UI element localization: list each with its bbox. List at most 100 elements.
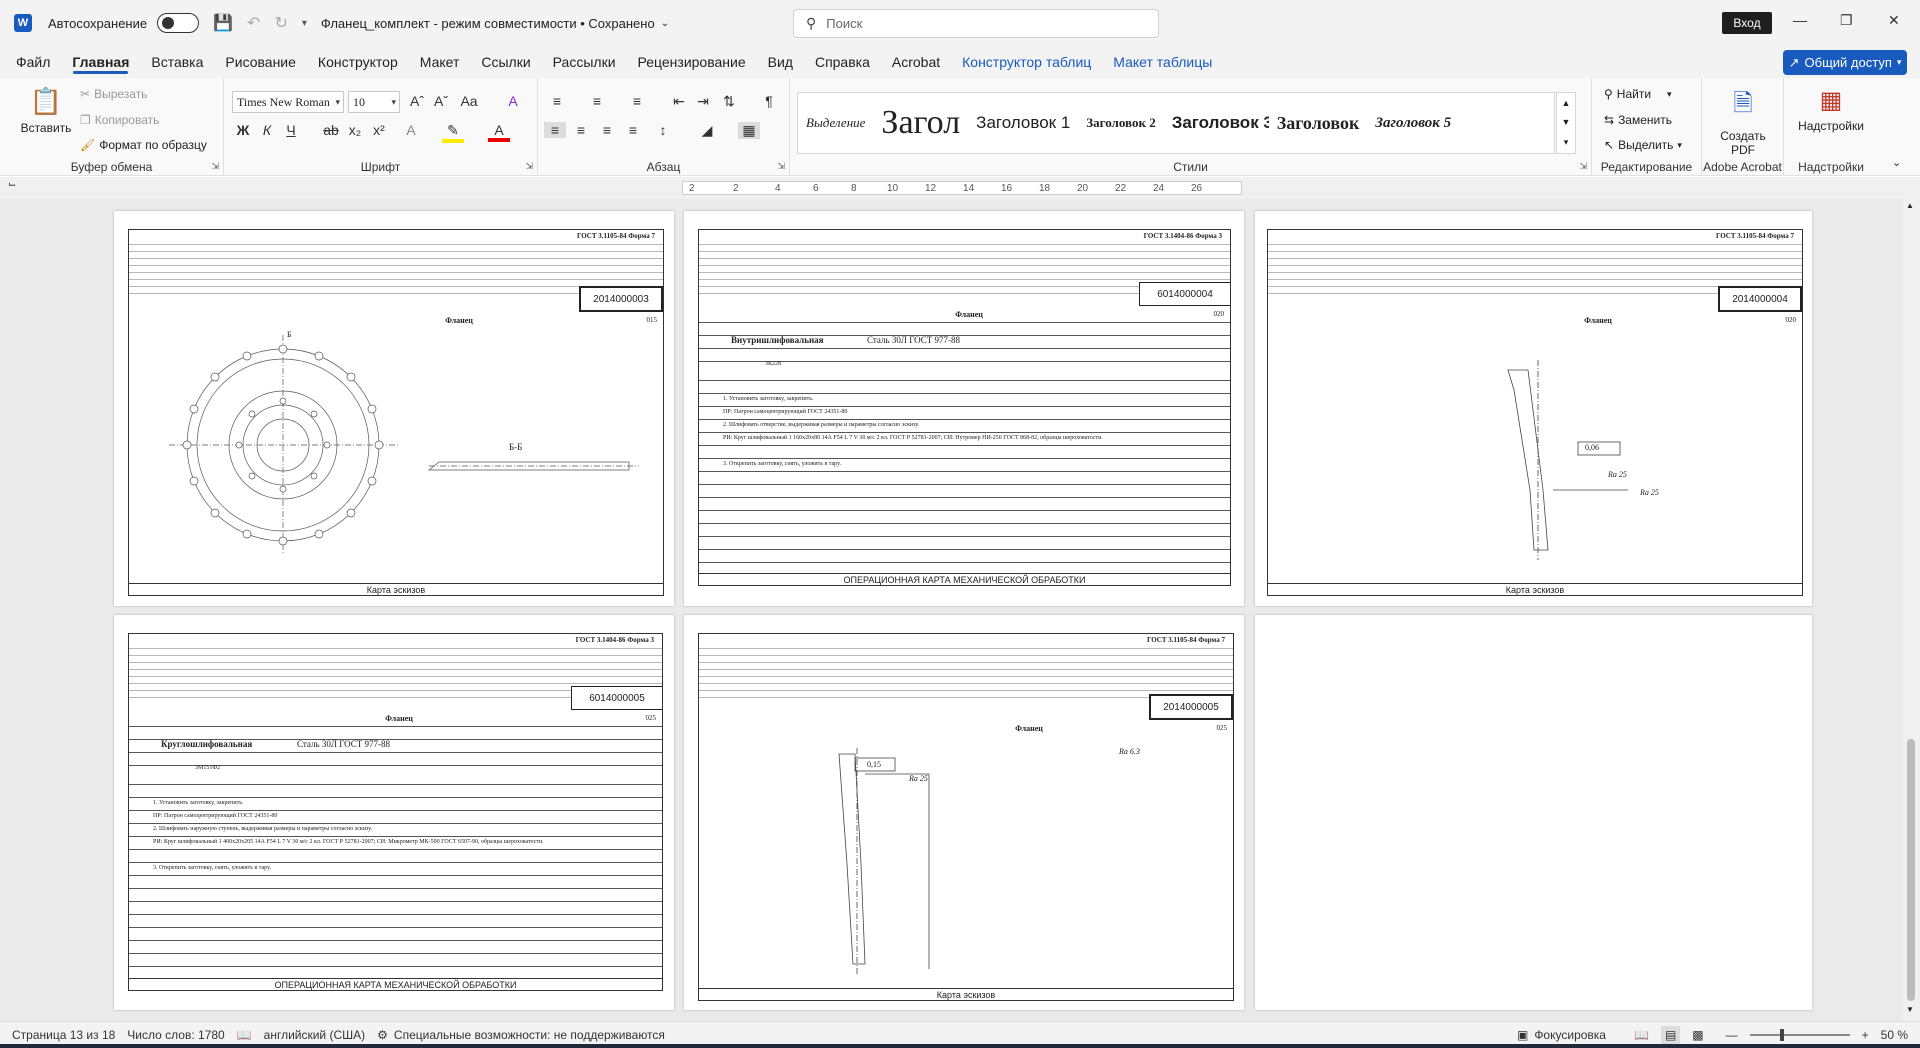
tab-insert[interactable]: Вставка	[140, 46, 214, 78]
bold-button[interactable]: Ж	[232, 122, 254, 138]
underline-button[interactable]: Ч	[280, 122, 302, 138]
shading-icon[interactable]: ◢	[696, 122, 718, 139]
style-heading[interactable]: Заголовок	[1269, 113, 1368, 134]
undo-icon[interactable]: ↶	[247, 13, 260, 33]
tab-table-layout[interactable]: Макет таблицы	[1102, 46, 1223, 78]
style-title[interactable]: Загол	[873, 104, 968, 142]
justify-icon[interactable]: ≡	[622, 122, 644, 138]
bullets-icon[interactable]: ≡	[546, 93, 568, 109]
language[interactable]: английский (США)	[264, 1028, 365, 1042]
zoom-level[interactable]: 50 %	[1881, 1028, 1908, 1042]
paste-button[interactable]: 📋 Вставить	[20, 86, 72, 135]
tab-help[interactable]: Справка	[804, 46, 881, 78]
document-canvas[interactable]: ГОСТ 3.1105-84 Форма 7 2014000003 Фланец…	[0, 199, 1902, 1021]
customize-qat-icon[interactable]: ▾	[302, 18, 307, 29]
collapse-ribbon-icon[interactable]: ⌄	[1892, 156, 1901, 169]
tab-draw[interactable]: Рисование	[214, 46, 307, 78]
tab-file[interactable]: Файл	[5, 46, 61, 78]
tab-stop-icon[interactable]: ⌙	[8, 179, 16, 190]
zoom-slider[interactable]	[1749, 1029, 1850, 1041]
tab-view[interactable]: Вид	[757, 46, 804, 78]
font-name-field[interactable]: Times New Roman ▾	[232, 91, 344, 113]
style-heading-1[interactable]: Заголовок 1	[968, 113, 1078, 133]
style-heading-3[interactable]: Заголовок 3	[1164, 113, 1269, 133]
zoom-in-icon[interactable]: +	[1862, 1028, 1869, 1042]
font-size-field[interactable]: 10 ▾	[348, 91, 400, 113]
select-button[interactable]: ↖ Выделить ▾	[1604, 138, 1682, 152]
autosave-toggle[interactable]	[157, 13, 200, 33]
restore-icon[interactable]: ❐	[1840, 12, 1853, 29]
addins-button[interactable]: ▦ Надстройки	[1794, 86, 1868, 133]
minimize-icon[interactable]: —	[1793, 12, 1807, 28]
tab-design[interactable]: Конструктор	[307, 46, 409, 78]
chevron-up-icon[interactable]: ▲	[1906, 201, 1914, 210]
tab-mailings[interactable]: Рассылки	[542, 46, 627, 78]
change-case-icon[interactable]: Aa	[458, 93, 480, 109]
vertical-scrollbar[interactable]: ▲ ▼	[1902, 199, 1920, 1021]
increase-indent-icon[interactable]: ⇥	[692, 93, 714, 110]
word-count[interactable]: Число слов: 1780	[127, 1028, 224, 1042]
grow-font-icon[interactable]: Aˆ	[406, 93, 428, 109]
page-count[interactable]: Страница 13 из 18	[12, 1028, 115, 1042]
dialog-launcher-icon[interactable]: ⇲	[1579, 161, 1587, 172]
borders-icon[interactable]: ▦	[738, 122, 760, 139]
text-effects-icon[interactable]: A	[400, 122, 422, 138]
clear-format-icon[interactable]: A	[502, 93, 524, 109]
more-icon[interactable]: ▾	[1564, 137, 1569, 148]
search-input[interactable]: ⚲ Поиск	[793, 9, 1159, 38]
chevron-down-icon[interactable]: ▼	[1906, 1005, 1914, 1014]
style-emphasis[interactable]: Выделение	[798, 115, 873, 131]
close-icon[interactable]: ✕	[1888, 12, 1900, 29]
tab-table-design[interactable]: Конструктор таблиц	[951, 46, 1102, 78]
dialog-launcher-icon[interactable]: ⇲	[211, 161, 219, 172]
scroll-thumb[interactable]	[1907, 739, 1915, 1001]
multilevel-list-icon[interactable]: ≡	[626, 93, 648, 109]
styles-scroll[interactable]: ▲ ▼ ▾	[1556, 92, 1576, 154]
format-painter-button[interactable]: 🖌 Формат по образцу	[80, 138, 207, 152]
chevron-up-icon[interactable]: ▲	[1562, 98, 1571, 108]
save-icon[interactable]: 💾	[213, 13, 233, 33]
decrease-indent-icon[interactable]: ⇤	[668, 93, 690, 110]
tab-layout[interactable]: Макет	[409, 46, 471, 78]
align-right-icon[interactable]: ≡	[596, 122, 618, 138]
align-center-icon[interactable]: ≡	[570, 122, 592, 138]
line-spacing-icon[interactable]: ↕	[652, 122, 674, 138]
print-layout-icon[interactable]: ▤	[1660, 1026, 1681, 1044]
share-button[interactable]: ↗ Общий доступ ▾	[1783, 50, 1907, 75]
tab-review[interactable]: Рецензирование	[627, 46, 757, 78]
redo-icon[interactable]: ↻	[274, 13, 287, 33]
accessibility-status[interactable]: ⚙ Специальные возможности: не поддержива…	[377, 1028, 665, 1042]
italic-button[interactable]: К	[256, 122, 278, 138]
proofing-icon[interactable]: 📖	[237, 1028, 252, 1042]
sort-icon[interactable]: ⇅	[718, 93, 740, 110]
zoom-out-icon[interactable]: —	[1726, 1028, 1738, 1042]
dialog-launcher-icon[interactable]: ⇲	[777, 161, 785, 172]
align-left-icon[interactable]: ≡	[544, 122, 566, 138]
cut-button[interactable]: ✂ Вырезать	[80, 87, 147, 101]
style-heading-2[interactable]: Заголовок 2	[1078, 115, 1163, 131]
find-button[interactable]: ⚲ Найти ▾	[1604, 87, 1672, 101]
highlight-icon[interactable]: ✎	[442, 122, 464, 143]
focus-button[interactable]: ▣ Фокусировка	[1517, 1028, 1606, 1042]
replace-button[interactable]: ⇆ Заменить	[1604, 113, 1672, 127]
subscript-icon[interactable]: x₂	[344, 122, 366, 138]
shrink-font-icon[interactable]: Aˇ	[430, 93, 452, 109]
tab-home[interactable]: Главная	[61, 46, 140, 78]
chevron-down-icon[interactable]: ▼	[1562, 117, 1571, 127]
signin-button[interactable]: Вход	[1722, 12, 1772, 34]
create-pdf-button[interactable]: 🗎 Создать PDF	[1710, 86, 1776, 157]
style-heading-5[interactable]: Заголовок 5	[1367, 115, 1459, 132]
font-color-icon[interactable]: A	[488, 122, 510, 142]
strikethrough-icon[interactable]: ab	[320, 122, 342, 138]
web-layout-icon[interactable]: ▩	[1692, 1028, 1703, 1042]
tab-acrobat[interactable]: Acrobat	[881, 46, 951, 78]
superscript-icon[interactable]: x²	[368, 122, 390, 138]
copy-button[interactable]: ❐ Копировать	[80, 113, 159, 127]
horizontal-ruler[interactable]: 2 2 4 6 8 10 12 14 16 18 20 22 24 26	[682, 181, 1242, 195]
pilcrow-icon[interactable]: ¶	[758, 93, 780, 109]
read-mode-icon[interactable]: 📖	[1634, 1028, 1649, 1042]
zoom-slider-thumb[interactable]	[1779, 1029, 1784, 1041]
dialog-launcher-icon[interactable]: ⇲	[525, 161, 533, 172]
numbering-icon[interactable]: ≡	[586, 93, 608, 109]
document-title[interactable]: Фланец_комплект - режим совместимости • …	[321, 16, 669, 31]
